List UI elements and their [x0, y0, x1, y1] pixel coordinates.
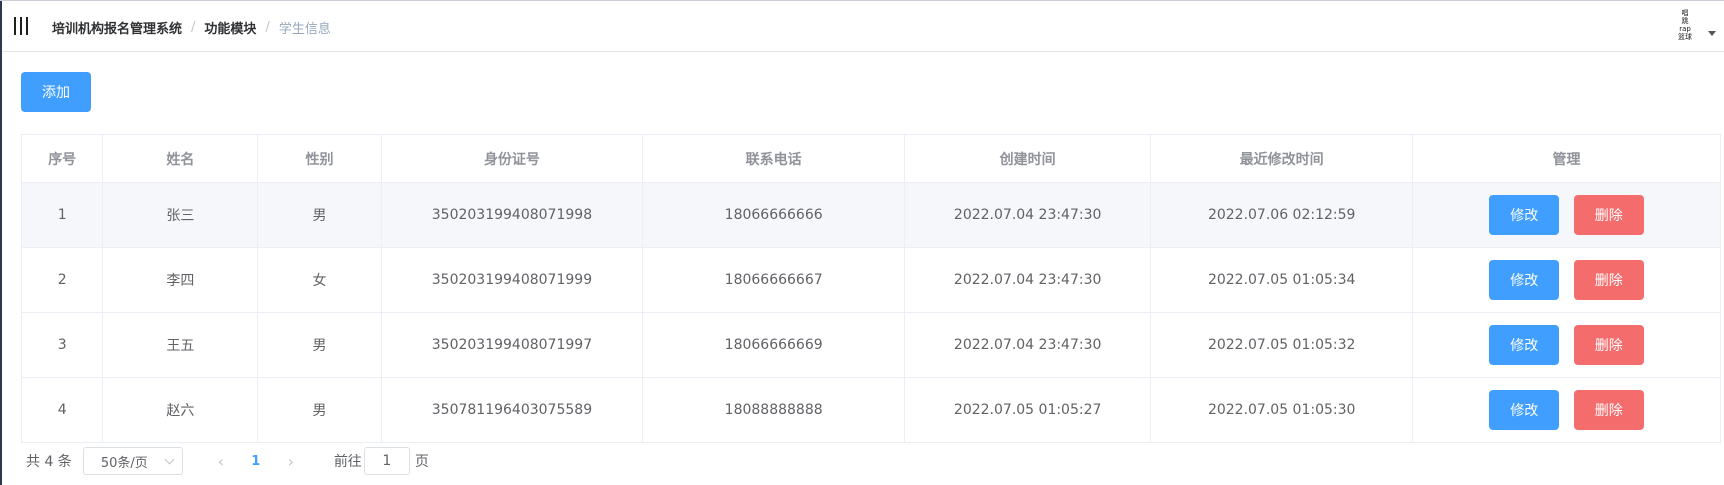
top-navbar: 培训机构报名管理系统 / 功能模块 / 学生信息 唱 跳 rap 篮球 — [2, 1, 1724, 52]
column-header-no[interactable]: 序号 — [20, 134, 104, 183]
column-header-phone[interactable]: 联系电话 — [642, 134, 906, 183]
table-row[interactable]: 1 张三 男 350203199408071998 18066666666 20… — [20, 182, 1721, 248]
column-header-id-card[interactable]: 身份证号 — [380, 134, 644, 183]
cell-phone: 18088888888 — [642, 377, 906, 443]
caret-down-icon[interactable] — [1708, 31, 1716, 36]
pagination-total: 共 4 条 — [26, 454, 72, 470]
column-header-name[interactable]: 姓名 — [102, 134, 259, 183]
cell-no: 3 — [20, 312, 104, 378]
cell-gender: 女 — [257, 247, 382, 313]
cell-modified: 2022.07.05 01:05:32 — [1150, 312, 1414, 378]
breadcrumb: 培训机构报名管理系统 / 功能模块 / 学生信息 — [52, 18, 331, 37]
cell-actions: 修改 删除 — [1412, 247, 1721, 313]
cell-no: 4 — [20, 377, 104, 443]
edit-button[interactable]: 修改 — [1489, 390, 1560, 430]
goto-page-input[interactable] — [363, 447, 410, 475]
cell-no: 1 — [20, 182, 104, 248]
hamburger-bar — [14, 17, 16, 35]
table-header-row: 序号 姓名 性别 身份证号 联系电话 创建时间 最近修改时间 管理 — [20, 134, 1721, 183]
avatar-text-line: rap — [1679, 25, 1691, 33]
cell-name: 李四 — [102, 247, 259, 313]
student-table: 序号 姓名 性别 身份证号 联系电话 创建时间 最近修改时间 管理 1 张三 男… — [20, 134, 1721, 443]
cell-phone: 18066666666 — [642, 182, 906, 248]
delete-button[interactable]: 删除 — [1573, 195, 1644, 235]
cell-gender: 男 — [257, 312, 382, 378]
table-row[interactable]: 2 李四 女 350203199408071999 18066666667 20… — [20, 247, 1721, 313]
hamburger-bar — [26, 17, 28, 35]
edit-button[interactable]: 修改 — [1489, 195, 1560, 235]
chevron-down-icon — [164, 454, 175, 465]
cell-modified: 2022.07.06 02:12:59 — [1150, 182, 1414, 248]
cell-actions: 修改 删除 — [1412, 182, 1721, 248]
cell-name: 王五 — [102, 312, 259, 378]
column-header-actions: 管理 — [1412, 134, 1721, 183]
hamburger-bar — [20, 17, 22, 35]
avatar-text-line: 跳 — [1681, 17, 1689, 25]
sidebar-edge — [0, 0, 2, 485]
cell-id-card: 350203199408071999 — [380, 247, 644, 313]
column-header-created[interactable]: 创建时间 — [904, 134, 1152, 183]
cell-actions: 修改 删除 — [1412, 377, 1721, 443]
table-row[interactable]: 3 王五 男 350203199408071997 18066666669 20… — [20, 312, 1721, 378]
avatar-text-line: 唱 — [1681, 9, 1689, 17]
add-button[interactable]: 添加 — [21, 72, 91, 112]
cell-modified: 2022.07.05 01:05:30 — [1150, 377, 1414, 443]
cell-gender: 男 — [257, 182, 382, 248]
breadcrumb-separator: / — [265, 19, 270, 35]
breadcrumb-item-current: 学生信息 — [278, 21, 331, 37]
cell-id-card: 350781196403075589 — [380, 377, 644, 443]
cell-created: 2022.07.05 01:05:27 — [904, 377, 1152, 443]
edit-button[interactable]: 修改 — [1489, 325, 1560, 365]
next-page-button[interactable]: › — [276, 447, 306, 475]
cell-created: 2022.07.04 23:47:30 — [904, 312, 1152, 378]
column-header-gender[interactable]: 性别 — [257, 134, 382, 183]
edit-button[interactable]: 修改 — [1489, 260, 1560, 300]
page-size-value: 50条/页 — [100, 455, 148, 471]
table-row[interactable]: 4 赵六 男 350781196403075589 18088888888 20… — [20, 377, 1721, 443]
breadcrumb-item-system[interactable]: 培训机构报名管理系统 — [52, 18, 182, 37]
cell-name: 赵六 — [102, 377, 259, 443]
avatar-text-line: 篮球 — [1678, 33, 1692, 41]
goto-label: 前往 — [333, 454, 362, 470]
prev-page-button[interactable]: ‹ — [206, 447, 236, 475]
cell-id-card: 350203199408071997 — [380, 312, 644, 378]
breadcrumb-separator: / — [191, 19, 196, 35]
pagination: 共 4 条 50条/页 ‹ 1 › 前往 页 — [21, 447, 429, 475]
cell-name: 张三 — [102, 182, 259, 248]
page-size-select[interactable]: 50条/页 — [82, 447, 183, 475]
cell-phone: 18066666667 — [642, 247, 906, 313]
page-number-current[interactable]: 1 — [236, 447, 276, 475]
delete-button[interactable]: 删除 — [1573, 325, 1644, 365]
breadcrumb-item-module[interactable]: 功能模块 — [204, 18, 256, 37]
cell-no: 2 — [20, 247, 104, 313]
cell-phone: 18066666669 — [642, 312, 906, 378]
delete-button[interactable]: 删除 — [1573, 390, 1644, 430]
cell-gender: 男 — [257, 377, 382, 443]
cell-created: 2022.07.04 23:47:30 — [904, 247, 1152, 313]
delete-button[interactable]: 删除 — [1573, 260, 1644, 300]
cell-created: 2022.07.04 23:47:30 — [904, 182, 1152, 248]
cell-id-card: 350203199408071998 — [380, 182, 644, 248]
column-header-modified[interactable]: 最近修改时间 — [1150, 134, 1414, 183]
cell-modified: 2022.07.05 01:05:34 — [1150, 247, 1414, 313]
goto-suffix: 页 — [414, 454, 429, 470]
cell-actions: 修改 删除 — [1412, 312, 1721, 378]
avatar[interactable]: 唱 跳 rap 篮球 — [1670, 9, 1700, 41]
user-menu[interactable]: 唱 跳 rap 篮球 — [1666, 9, 1724, 49]
hamburger-icon[interactable] — [13, 17, 29, 35]
